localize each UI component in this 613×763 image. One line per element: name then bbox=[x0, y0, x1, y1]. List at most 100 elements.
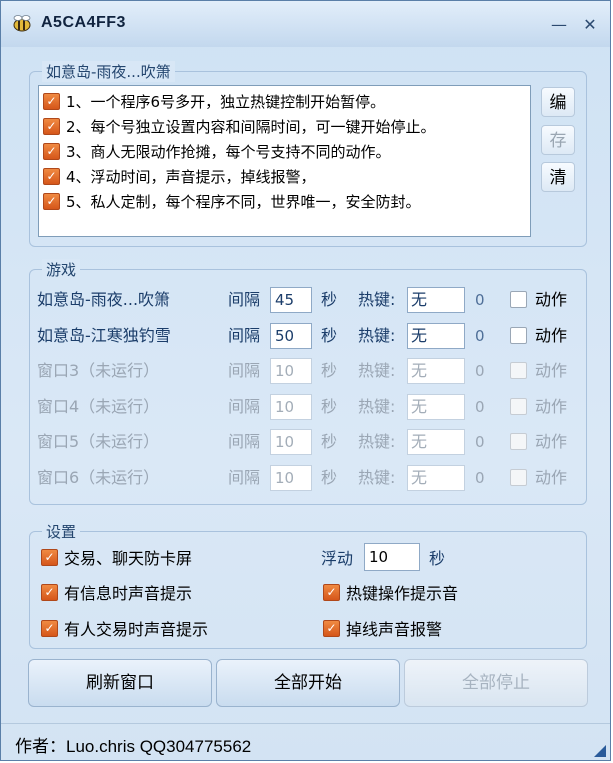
list-item-label: 4、浮动时间，声音提示，掉线报警， bbox=[66, 167, 316, 186]
save-button[interactable]: 存 bbox=[541, 125, 575, 155]
hotkey-input[interactable]: 无 bbox=[407, 287, 465, 313]
checkbox[interactable]: ✓ bbox=[43, 117, 60, 135]
disconnect-alarm-label: 掉线声音报警 bbox=[346, 620, 443, 639]
float-label: 浮动 bbox=[321, 549, 354, 568]
edit-button[interactable]: 编 bbox=[541, 87, 575, 117]
status-bar: 作者：Luo.chris QQ304775562 bbox=[1, 723, 610, 761]
seconds-label: 秒 bbox=[321, 397, 338, 416]
anti-freeze-option[interactable]: ✓ 交易、聊天防卡屏 bbox=[41, 544, 192, 570]
interval-input[interactable]: 10 bbox=[270, 429, 312, 455]
window-title: A5CA4FF3 bbox=[41, 14, 126, 31]
count-value: 0 bbox=[475, 433, 485, 451]
action-label: 动作 bbox=[535, 432, 568, 451]
game-window-name: 如意岛-江寒独钓雪 bbox=[37, 326, 171, 345]
checkbox[interactable]: ✓ bbox=[323, 619, 340, 637]
game-window-name: 窗口6（未运行） bbox=[37, 468, 160, 487]
seconds-label: 秒 bbox=[321, 432, 338, 451]
checkbox[interactable]: ✓ bbox=[41, 548, 58, 566]
interval-label: 间隔 bbox=[228, 326, 261, 345]
settings-group-title: 设置 bbox=[42, 521, 81, 542]
interval-input[interactable]: 45 bbox=[270, 287, 312, 313]
seconds-label: 秒 bbox=[321, 361, 338, 380]
list-item[interactable]: ✓ 3、商人无限动作抢摊，每个号支持不同的动作。 bbox=[43, 139, 391, 163]
interval-input[interactable]: 10 bbox=[270, 394, 312, 420]
game-row: 如意岛-江寒独钓雪 间隔 50 秒 热键: 无 0 动作 bbox=[37, 321, 582, 351]
interval-input[interactable]: 10 bbox=[270, 465, 312, 491]
list-item-label: 3、商人无限动作抢摊，每个号支持不同的动作。 bbox=[66, 142, 391, 161]
trade-sound-label: 有人交易时声音提示 bbox=[64, 620, 209, 639]
action-label: 动作 bbox=[535, 468, 568, 487]
bee-icon bbox=[13, 15, 31, 32]
resize-grip-icon[interactable] bbox=[594, 745, 606, 757]
game-row: 窗口5（未运行） 间隔 10 秒 热键: 无 0 动作 bbox=[37, 427, 582, 457]
refresh-window-button[interactable]: 刷新窗口 bbox=[28, 659, 212, 707]
game-window-name: 窗口3（未运行） bbox=[37, 361, 160, 380]
float-unit: 秒 bbox=[429, 549, 446, 568]
interval-label: 间隔 bbox=[228, 397, 261, 416]
count-value: 0 bbox=[475, 291, 485, 309]
hotkey-input[interactable]: 无 bbox=[407, 394, 465, 420]
checkbox[interactable]: ✓ bbox=[323, 583, 340, 601]
seconds-label: 秒 bbox=[321, 468, 338, 487]
hotkey-input[interactable]: 无 bbox=[407, 465, 465, 491]
action-label: 动作 bbox=[535, 326, 568, 345]
list-item[interactable]: ✓ 1、一个程序6号多开，独立热键控制开始暂停。 bbox=[43, 89, 385, 113]
count-value: 0 bbox=[475, 469, 485, 487]
hotkey-label: 热键: bbox=[358, 468, 396, 487]
action-checkbox[interactable] bbox=[510, 291, 527, 308]
hotkey-label: 热键: bbox=[358, 326, 396, 345]
clear-button[interactable]: 清 bbox=[541, 162, 575, 192]
game-row: 如意岛-雨夜...吹箫 间隔 45 秒 热键: 无 0 动作 bbox=[37, 285, 582, 315]
disconnect-alarm-option[interactable]: ✓ 掉线声音报警 bbox=[323, 615, 442, 641]
list-item-label: 5、私人定制，每个程序不同，世界唯一，安全防封。 bbox=[66, 192, 421, 211]
hotkey-input[interactable]: 无 bbox=[407, 358, 465, 384]
checkbox[interactable]: ✓ bbox=[43, 142, 60, 160]
games-group-title: 游戏 bbox=[42, 259, 81, 280]
interval-label: 间隔 bbox=[228, 361, 261, 380]
author-info: 作者：Luo.chris QQ304775562 bbox=[15, 737, 252, 756]
interval-label: 间隔 bbox=[228, 290, 261, 309]
interval-input[interactable]: 10 bbox=[270, 358, 312, 384]
action-checkbox[interactable] bbox=[510, 398, 527, 415]
action-checkbox[interactable] bbox=[510, 362, 527, 379]
action-checkbox[interactable] bbox=[510, 433, 527, 450]
checkbox[interactable]: ✓ bbox=[43, 92, 60, 110]
game-window-name: 窗口4（未运行） bbox=[37, 397, 160, 416]
title-bar[interactable]: A5CA4FF3 — ✕ bbox=[1, 1, 610, 47]
hotkey-sound-option[interactable]: ✓ 热键操作提示音 bbox=[323, 579, 458, 605]
message-sound-option[interactable]: ✓ 有信息时声音提示 bbox=[41, 579, 192, 605]
count-value: 0 bbox=[475, 327, 485, 345]
game-row: 窗口4（未运行） 间隔 10 秒 热键: 无 0 动作 bbox=[37, 392, 582, 422]
checkbox[interactable]: ✓ bbox=[43, 192, 60, 210]
message-sound-label: 有信息时声音提示 bbox=[64, 584, 193, 603]
start-all-button[interactable]: 全部开始 bbox=[216, 659, 400, 707]
trade-sound-option[interactable]: ✓ 有人交易时声音提示 bbox=[41, 615, 208, 641]
game-row: 窗口3（未运行） 间隔 10 秒 热键: 无 0 动作 bbox=[37, 356, 582, 386]
main-window: A5CA4FF3 — ✕ 如意岛-雨夜...吹箫 ✓ 1、一个程序6号多开，独立… bbox=[0, 0, 611, 761]
action-label: 动作 bbox=[535, 397, 568, 416]
interval-label: 间隔 bbox=[228, 432, 261, 451]
checkbox[interactable]: ✓ bbox=[41, 583, 58, 601]
notes-group-title: 如意岛-雨夜...吹箫 bbox=[42, 61, 175, 82]
checkbox[interactable]: ✓ bbox=[43, 167, 60, 185]
minimize-button[interactable]: — bbox=[548, 15, 570, 35]
stop-all-button[interactable]: 全部停止 bbox=[404, 659, 588, 707]
hotkey-input[interactable]: 无 bbox=[407, 429, 465, 455]
interval-input[interactable]: 50 bbox=[270, 323, 312, 349]
feature-list[interactable]: ✓ 1、一个程序6号多开，独立热键控制开始暂停。 ✓ 2、每个号独立设置内容和间… bbox=[38, 85, 531, 237]
hotkey-label: 热键: bbox=[358, 432, 396, 451]
list-item[interactable]: ✓ 2、每个号独立设置内容和间隔时间，可一键开始停止。 bbox=[43, 114, 436, 138]
hotkey-input[interactable]: 无 bbox=[407, 323, 465, 349]
list-item[interactable]: ✓ 5、私人定制，每个程序不同，世界唯一，安全防封。 bbox=[43, 189, 421, 213]
close-button[interactable]: ✕ bbox=[579, 15, 601, 35]
action-checkbox[interactable] bbox=[510, 327, 527, 344]
checkbox[interactable]: ✓ bbox=[41, 619, 58, 637]
hotkey-label: 热键: bbox=[358, 290, 396, 309]
float-time-input[interactable]: 10 bbox=[364, 543, 420, 571]
anti-freeze-label: 交易、聊天防卡屏 bbox=[64, 549, 193, 568]
seconds-label: 秒 bbox=[321, 326, 338, 345]
list-item[interactable]: ✓ 4、浮动时间，声音提示，掉线报警， bbox=[43, 164, 316, 188]
count-value: 0 bbox=[475, 362, 485, 380]
action-label: 动作 bbox=[535, 290, 568, 309]
action-checkbox[interactable] bbox=[510, 469, 527, 486]
